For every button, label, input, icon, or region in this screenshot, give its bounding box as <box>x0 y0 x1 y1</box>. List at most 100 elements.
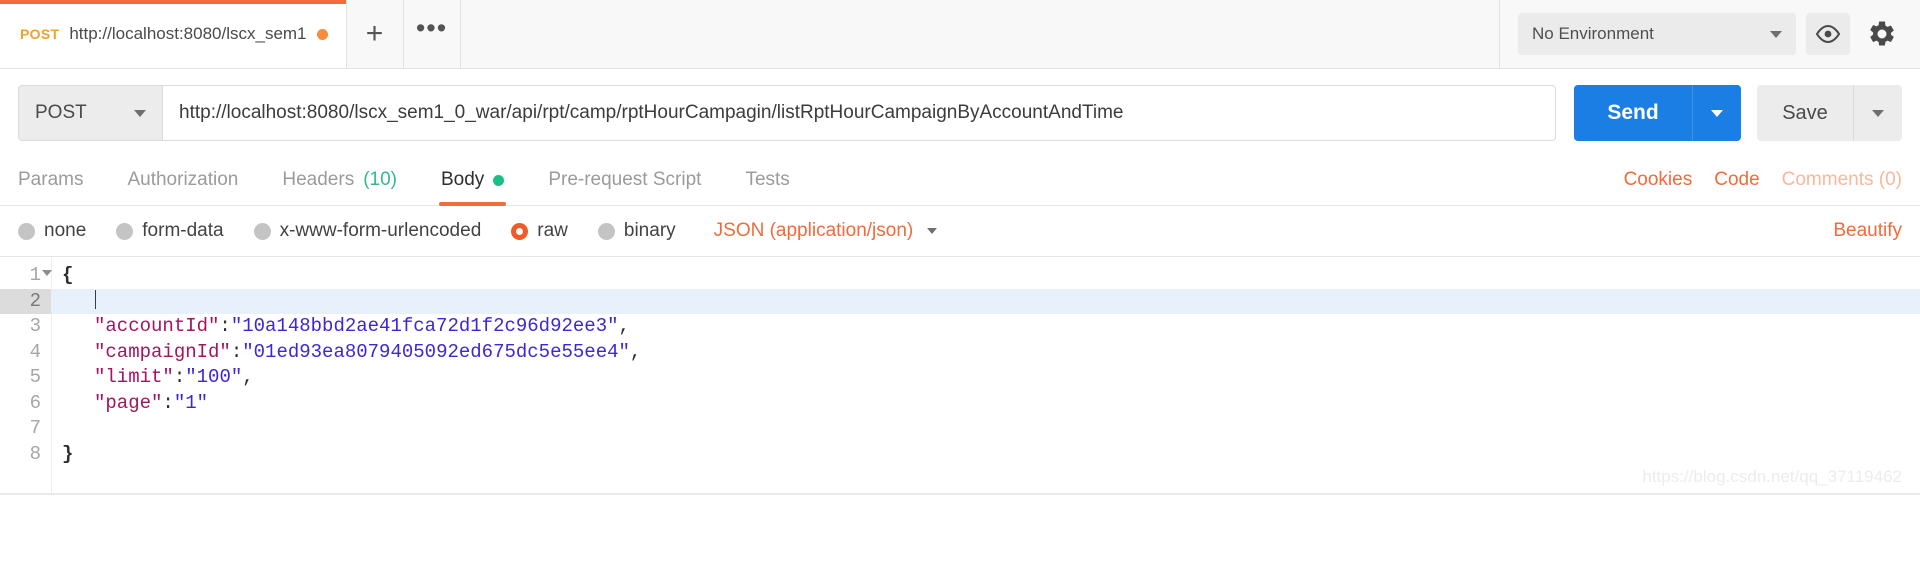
http-method-selector[interactable]: POST <box>18 85 162 141</box>
body-type-options: none form-data x-www-form-urlencoded raw… <box>18 220 938 242</box>
line-number-value: 7 <box>29 417 41 439</box>
cookies-link[interactable]: Cookies <box>1624 169 1693 191</box>
radio-selected-icon <box>511 222 529 240</box>
body-type-raw[interactable]: raw <box>511 220 568 242</box>
body-type-form-data[interactable]: form-data <box>116 220 224 242</box>
save-button[interactable]: Save <box>1757 85 1853 141</box>
json-value: "10a148bbd2ae41fca72d1f2c96d92ee3" <box>230 315 619 337</box>
body-type-row: none form-data x-www-form-urlencoded raw… <box>0 206 1920 256</box>
line-number-value: 2 <box>29 289 41 312</box>
tab-body-label: Body <box>441 169 485 190</box>
json-key: "page" <box>94 391 163 414</box>
chevron-down-icon <box>1711 109 1723 117</box>
body-type-none[interactable]: none <box>18 220 86 242</box>
chevron-down-icon <box>1770 30 1782 38</box>
line-number: 8 <box>0 442 51 468</box>
tab-body[interactable]: Body <box>419 157 526 206</box>
environment-selector[interactable]: No Environment <box>1518 13 1796 55</box>
tab-tests[interactable]: Tests <box>723 157 811 205</box>
save-options-button[interactable] <box>1853 85 1902 141</box>
json-colon: : <box>162 391 174 414</box>
code-line-active <box>52 288 1920 314</box>
editor-code-area[interactable]: { "accountId":"10a148bbd2ae41fca72d1f2c9… <box>52 257 1920 495</box>
code-line-text: { <box>62 264 74 286</box>
comments-link[interactable]: Comments (0) <box>1782 169 1902 191</box>
send-button-label: Send <box>1607 101 1659 124</box>
fold-arrow-icon[interactable] <box>42 270 52 276</box>
request-tab-active[interactable]: POST http://localhost:8080/lscx_sem1 <box>0 0 347 68</box>
send-button[interactable]: Send <box>1574 85 1692 141</box>
request-section-tabs: Params Authorization Headers (10) Body P… <box>0 157 1920 206</box>
unsaved-dot-icon <box>316 28 328 40</box>
json-comma: , <box>242 366 254 388</box>
eye-icon <box>1815 25 1841 43</box>
beautify-button[interactable]: Beautify <box>1833 220 1902 242</box>
json-value: "01ed93ea8079405092ed675dc5e55ee4" <box>242 340 630 363</box>
json-value: "100" <box>185 366 243 388</box>
url-bar: POST Send Save <box>0 69 1920 157</box>
code-line: "campaignId":"01ed93ea8079405092ed675dc5… <box>62 340 1920 366</box>
json-value: "1" <box>173 391 209 414</box>
editor-bottom-border <box>0 493 1920 495</box>
body-type-raw-label: raw <box>537 220 568 241</box>
request-tab-method: POST <box>20 26 60 42</box>
radio-icon <box>18 222 35 240</box>
tab-strip-left: POST http://localhost:8080/lscx_sem1 + •… <box>0 0 461 68</box>
save-button-group: Save <box>1757 85 1902 141</box>
body-type-binary[interactable]: binary <box>597 220 676 242</box>
line-number-value: 8 <box>29 442 41 465</box>
tab-authorization-label: Authorization <box>127 169 239 190</box>
tab-headers[interactable]: Headers (10) <box>260 157 419 205</box>
text-cursor-icon <box>95 289 96 309</box>
request-body-editor[interactable]: 1 2 3 4 5 6 7 8 { "accountId":"10a148bbd… <box>0 256 1920 495</box>
code-line: "page":"1" <box>62 391 1920 417</box>
line-number: 3 <box>0 314 51 340</box>
json-colon: : <box>219 315 231 337</box>
line-number: 1 <box>0 263 52 289</box>
line-number-value: 4 <box>29 340 41 363</box>
tab-more-button[interactable]: ••• <box>403 0 461 68</box>
body-has-content-dot-icon <box>493 174 505 186</box>
line-number-value: 3 <box>29 315 41 337</box>
tab-headers-label: Headers <box>282 169 355 190</box>
send-options-button[interactable] <box>1692 85 1741 141</box>
line-number-value: 1 <box>29 264 41 286</box>
tab-headers-count: (10) <box>363 169 397 190</box>
code-line: } <box>62 442 1920 468</box>
json-comma: , <box>629 340 642 363</box>
line-number: 5 <box>0 365 51 391</box>
code-line: "accountId":"10a148bbd2ae41fca72d1f2c96d… <box>62 314 1920 340</box>
request-tab-url: http://localhost:8080/lscx_sem1 <box>69 24 307 43</box>
json-colon: : <box>173 366 186 388</box>
new-tab-button[interactable]: + <box>346 0 404 68</box>
send-button-group: Send <box>1574 85 1741 141</box>
request-url-input[interactable] <box>162 85 1556 141</box>
radio-icon <box>116 222 134 240</box>
line-number: 6 <box>0 391 51 417</box>
content-type-label: JSON (application/json) <box>713 220 914 241</box>
body-type-urlencoded[interactable]: x-www-form-urlencoded <box>253 220 481 242</box>
line-number: 7 <box>0 416 51 442</box>
save-button-label: Save <box>1782 101 1828 124</box>
chevron-down-icon <box>134 109 146 117</box>
json-colon: : <box>230 340 243 363</box>
content-type-selector[interactable]: JSON (application/json) <box>714 220 938 242</box>
body-type-binary-label: binary <box>623 220 676 241</box>
tab-strip-right: No Environment <box>1500 0 1920 68</box>
environment-quick-look-button[interactable] <box>1806 13 1850 55</box>
radio-icon <box>597 222 615 240</box>
code-link[interactable]: Code <box>1714 169 1759 191</box>
radio-icon <box>253 222 271 240</box>
watermark: https://blog.csdn.net/qq_37119462 <box>1642 466 1902 486</box>
settings-button[interactable] <box>1860 13 1904 55</box>
tab-params-label: Params <box>18 169 84 190</box>
tab-pre-request-script[interactable]: Pre-request Script <box>526 157 723 205</box>
http-method-label: POST <box>35 102 87 123</box>
line-number: 2 <box>0 288 51 314</box>
tab-authorization[interactable]: Authorization <box>105 157 260 205</box>
json-key: "limit" <box>94 366 174 388</box>
tab-params[interactable]: Params <box>18 157 105 205</box>
ellipsis-icon: ••• <box>415 12 448 43</box>
line-number-value: 6 <box>29 391 41 414</box>
